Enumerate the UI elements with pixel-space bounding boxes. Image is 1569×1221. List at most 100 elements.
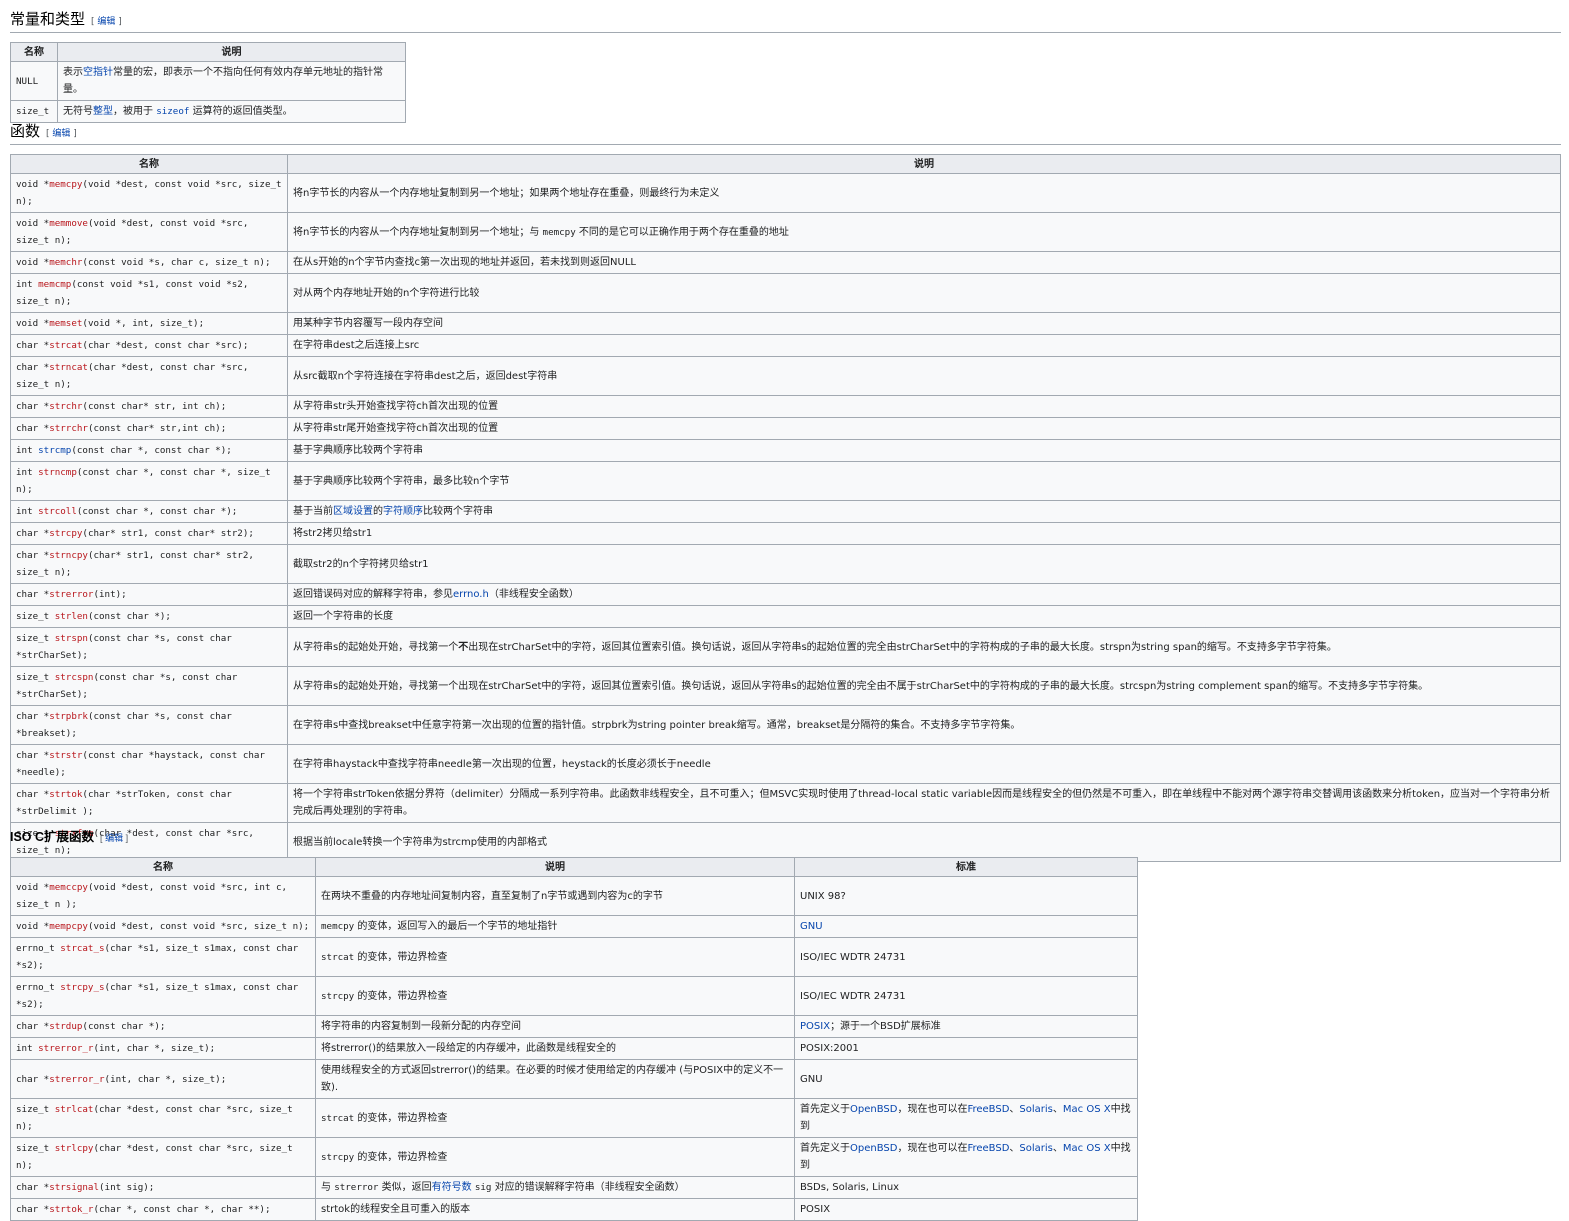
function-name-link[interactable]: memcmp xyxy=(38,279,71,290)
return-type: char * xyxy=(16,1021,50,1032)
text-fragment: memcpy xyxy=(321,921,355,932)
function-name-link[interactable]: strcat_s xyxy=(60,943,104,954)
function-name-link[interactable]: strcpy_s xyxy=(60,982,104,993)
column-header: 说明 xyxy=(287,154,1561,174)
inline-link[interactable]: 字符顺序 xyxy=(383,506,423,517)
function-name-link[interactable]: memcpy xyxy=(49,179,82,190)
return-type: void * xyxy=(16,257,50,268)
inline-link[interactable]: 有符号数 xyxy=(432,1182,472,1193)
return-type: char * xyxy=(16,589,50,600)
constants-table: 名称 说明 NULL 表示空指针常量的宏，即表示一个不指向任何有效内存单元地址的指… xyxy=(10,42,406,123)
function-name-link[interactable]: strsignal xyxy=(49,1182,99,1193)
function-name-link[interactable]: memset xyxy=(49,318,82,329)
function-name-link[interactable]: strpbrk xyxy=(49,711,88,722)
return-type: size_t xyxy=(16,611,55,622)
extensions-heading: ISO C扩展函数[ 编辑 ] xyxy=(10,830,129,844)
return-type: char * xyxy=(16,1182,50,1193)
text-fragment: 、 xyxy=(1052,1143,1063,1154)
text-fragment: ISO/IEC WDTR 24731 xyxy=(800,951,906,963)
constants-heading: 常量和类型[ 编辑 ] xyxy=(10,8,1561,33)
return-type: void * xyxy=(16,218,50,229)
function-name-link[interactable]: strlcpy xyxy=(55,1143,94,1154)
function-name-link[interactable]: strncpy xyxy=(49,550,88,561)
inline-link[interactable]: Mac OS X xyxy=(1063,1143,1111,1154)
edit-link[interactable]: [ 编辑 ] xyxy=(46,129,77,139)
edit-link[interactable]: [ 编辑 ] xyxy=(91,17,122,27)
text-fragment: sig xyxy=(474,1182,492,1193)
inline-link[interactable]: FreeBSD xyxy=(967,1104,1009,1115)
function-name-link[interactable]: strchr xyxy=(49,401,82,412)
edit-link[interactable]: [ 编辑 ] xyxy=(100,833,128,843)
function-name-link[interactable]: strerror xyxy=(49,589,93,600)
inline-link[interactable]: Solaris xyxy=(1019,1104,1052,1115)
text-fragment: 的变体，带边界检查 xyxy=(354,1112,448,1124)
text-fragment: ，现在也可以在 xyxy=(897,1104,968,1115)
function-signature: void *memmove(void *dest, const void *sr… xyxy=(10,212,288,252)
function-description: 在两块不重叠的内存地址间复制内容，直至复制了n字节或遇到内容为c的字节 xyxy=(315,876,795,916)
function-signature: char *strerror(int); xyxy=(10,583,288,606)
function-name-link[interactable]: strdup xyxy=(49,1021,82,1032)
text-fragment: 的变体，带边界检查 xyxy=(354,990,448,1002)
text-fragment: （非线程安全函数） xyxy=(488,589,579,600)
functions-section: 函数[ 编辑 ] 名称 说明 void *memcpy(void *dest, … xyxy=(10,120,1561,862)
inline-link[interactable]: 区域设置 xyxy=(333,506,373,517)
inline-link[interactable]: OpenBSD xyxy=(850,1143,897,1154)
text-fragment: 将n字节长的内容从一个内存地址复制到另一个地址；如果两个地址存在重叠，则最终行为… xyxy=(293,187,720,199)
inline-link[interactable]: OpenBSD xyxy=(850,1104,897,1115)
text-fragment: 比较两个字符串 xyxy=(423,506,493,517)
inline-link[interactable]: 空指针 xyxy=(83,67,113,78)
inline-link[interactable]: POSIX xyxy=(800,1021,830,1032)
parameter-list: (int); xyxy=(93,589,127,600)
parameter-list: (const char *); xyxy=(82,1021,166,1032)
function-name-link[interactable]: strcspn xyxy=(55,672,94,683)
inline-link[interactable]: sizeof xyxy=(156,106,189,117)
inline-link[interactable]: errno.h xyxy=(453,589,489,600)
text-fragment: 在从s开始的n个字节内查找c第一次出现的地址并返回，若未找到则返回NULL xyxy=(293,257,636,268)
function-name-link[interactable]: strrchr xyxy=(49,423,88,434)
function-name-link[interactable]: mempcpy xyxy=(49,921,88,932)
text-fragment: 将str2拷贝给str1 xyxy=(293,528,373,539)
text-fragment: strcpy xyxy=(321,1151,355,1163)
function-description: 将n字节长的内容从一个内存地址复制到另一个地址；与 memcpy 不同的是它可以… xyxy=(287,212,1561,252)
inline-link[interactable]: Mac OS X xyxy=(1063,1104,1111,1115)
text-fragment: 的变体，带边界检查 xyxy=(354,951,448,963)
text-fragment: 无符号 xyxy=(63,106,93,117)
function-name-link[interactable]: strspn xyxy=(55,633,88,644)
function-description: 在从s开始的n个字节内查找c第一次出现的地址并返回，若未找到则返回NULL xyxy=(287,251,1561,274)
function-name-link[interactable]: strtok xyxy=(49,789,82,800)
function-description: 与 strerror 类似，返回有符号数 sig 对应的错误解释字符串（非线程安… xyxy=(315,1176,795,1199)
function-name-link[interactable]: strlen xyxy=(55,611,88,622)
text-fragment: UNIX 98? xyxy=(800,890,846,902)
function-name-link[interactable]: strstr xyxy=(49,750,82,761)
return-type: void * xyxy=(16,882,50,893)
constant-description: 表示空指针常量的宏，即表示一个不指向任何有效内存单元地址的指针常量。 xyxy=(57,61,406,101)
function-name-link[interactable]: strerror_r xyxy=(38,1043,93,1054)
standard-cell: 首先定义于OpenBSD，现在也可以在FreeBSD、Solaris、Mac O… xyxy=(794,1098,1138,1138)
function-name-link[interactable]: strerror_r xyxy=(49,1074,104,1085)
inline-link[interactable]: Solaris xyxy=(1019,1143,1052,1154)
function-signature: char *strrchr(const char* str,int ch); xyxy=(10,417,288,440)
inline-link[interactable]: 整型 xyxy=(93,106,113,117)
function-description: 基于字典顺序比较两个字符串 xyxy=(287,439,1561,462)
function-name-link[interactable]: strtok_r xyxy=(49,1204,93,1215)
text-fragment: 将strerror()的结果放入一段给定的内存缓冲，此函数是线程安全的 xyxy=(321,1043,617,1054)
text-fragment: 基于字典顺序比较两个字符串 xyxy=(293,445,423,456)
standard-cell: BSDs, Solaris, Linux xyxy=(794,1176,1138,1199)
function-name-link[interactable]: strcpy xyxy=(49,528,82,539)
function-name-link[interactable]: strlcat xyxy=(55,1104,94,1115)
function-name-link[interactable]: strcmp xyxy=(38,445,71,456)
table-row: char *strtok(char *strToken, const char … xyxy=(10,783,1561,823)
function-name-link[interactable]: memmove xyxy=(49,218,88,229)
function-name-link[interactable]: strcat xyxy=(49,340,82,351)
function-signature: int strerror_r(int, char *, size_t); xyxy=(10,1037,316,1060)
function-name-link[interactable]: memccpy xyxy=(49,882,88,893)
function-name-link[interactable]: memchr xyxy=(49,257,82,268)
function-name-link[interactable]: strcoll xyxy=(38,506,77,517)
inline-link[interactable]: GNU xyxy=(800,921,823,932)
text-fragment: 类似，返回 xyxy=(378,1182,432,1193)
function-name-link[interactable]: strncat xyxy=(49,362,88,373)
inline-link[interactable]: FreeBSD xyxy=(967,1143,1009,1154)
function-name-link[interactable]: strncmp xyxy=(38,467,77,478)
function-description: 从src截取n个字符连接在字符串dest之后，返回dest字符串 xyxy=(287,356,1561,396)
text-fragment: 首先定义于 xyxy=(800,1104,850,1115)
